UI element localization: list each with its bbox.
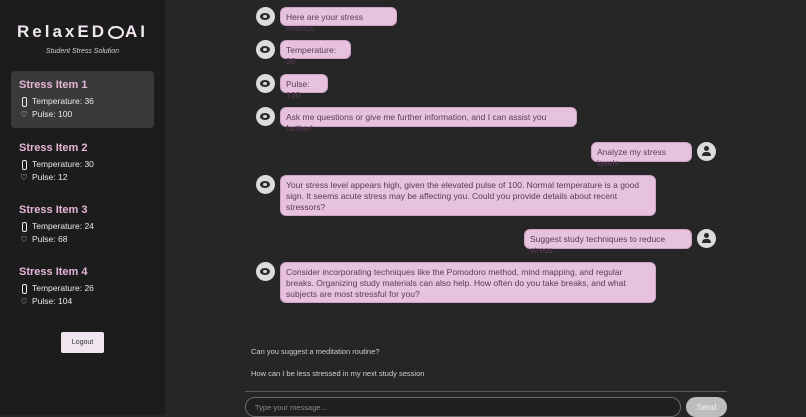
stress-item-title: Stress Item 2 xyxy=(19,142,88,154)
stress-item-temperature: Temperature: 24 xyxy=(32,221,94,231)
bot-avatar-icon xyxy=(256,7,275,26)
thermometer-icon xyxy=(19,282,29,295)
chat-message-bot: Temperature: 36 xyxy=(280,40,351,66)
chat-message-user: Analyze my stress levels xyxy=(591,142,692,168)
bot-avatar-icon xyxy=(256,40,275,59)
suggestion-item[interactable]: How can I be less stressed in my next st… xyxy=(251,369,424,378)
stress-item-pulse: Pulse: 12 xyxy=(32,172,68,182)
chat-message-bot: Here are your stress metrics: xyxy=(280,7,397,33)
suggestion-item[interactable]: Can you suggest a meditation routine? xyxy=(251,347,379,356)
stress-item-pulse: Pulse: 104 xyxy=(32,296,73,306)
stress-item-title: Stress Item 1 xyxy=(19,79,88,91)
brand-tagline: Student Stress Solution xyxy=(45,48,120,55)
stress-item-2[interactable]: Stress Item 2 Temperature: 30 ♡ Pulse: 12 xyxy=(11,134,154,191)
input-divider xyxy=(245,391,727,392)
stress-item-title: Stress Item 3 xyxy=(19,204,88,216)
heartbeat-icon: ♡ xyxy=(20,110,28,119)
bot-avatar-icon xyxy=(256,107,275,126)
heartbeat-icon: ♡ xyxy=(20,297,28,306)
stress-item-temperature: Temperature: 36 xyxy=(32,96,94,106)
chat-message-user: Suggest study techniques to reduce stres… xyxy=(524,229,692,255)
bot-avatar-icon xyxy=(256,262,275,281)
logout-button[interactable]: Logout xyxy=(61,332,104,353)
send-button[interactable]: Send xyxy=(686,397,727,417)
thermometer-icon xyxy=(19,95,29,108)
stress-item-pulse: Pulse: 68 xyxy=(32,234,68,244)
user-avatar-icon xyxy=(697,229,716,248)
user-avatar-icon xyxy=(697,142,716,161)
stress-item-temperature: Temperature: 26 xyxy=(32,283,94,293)
stress-item-1[interactable]: Stress Item 1 Temperature: 36 ♡ Pulse: 10… xyxy=(11,71,154,128)
stress-item-pulse: Pulse: 100 xyxy=(32,109,73,119)
brand-name-part1: RelaxED xyxy=(17,22,107,41)
chat-message-bot: Your stress level appears high, given th… xyxy=(280,175,656,216)
heartbeat-icon: ♡ xyxy=(20,235,28,244)
sidebar: RelaxED AI Student Stress Solution Stress… xyxy=(0,0,165,415)
stress-item-temperature: Temperature: 30 xyxy=(32,159,94,169)
brand-logo: RelaxED AI xyxy=(0,22,165,42)
heartbeat-icon: ♡ xyxy=(20,173,28,182)
chat-message-bot: Consider incorporating techniques like t… xyxy=(280,262,656,303)
bot-avatar-icon xyxy=(256,74,275,93)
stress-item-4[interactable]: Stress Item 4 Temperature: 26 ♡ Pulse: 10… xyxy=(11,258,154,315)
brand-name-part2: AI xyxy=(124,22,148,41)
chat-message-bot: Ask me questions or give me further info… xyxy=(280,107,577,133)
chat-bubble-icon xyxy=(107,22,124,40)
message-input[interactable] xyxy=(245,397,681,417)
bot-avatar-icon xyxy=(256,175,275,194)
chat-message-bot: Pulse: 100 xyxy=(280,74,328,100)
stress-item-title: Stress Item 4 xyxy=(19,266,88,278)
thermometer-icon xyxy=(19,220,29,233)
thermometer-icon xyxy=(19,158,29,171)
stress-item-3[interactable]: Stress Item 3 Temperature: 24 ♡ Pulse: 68 xyxy=(11,196,154,253)
